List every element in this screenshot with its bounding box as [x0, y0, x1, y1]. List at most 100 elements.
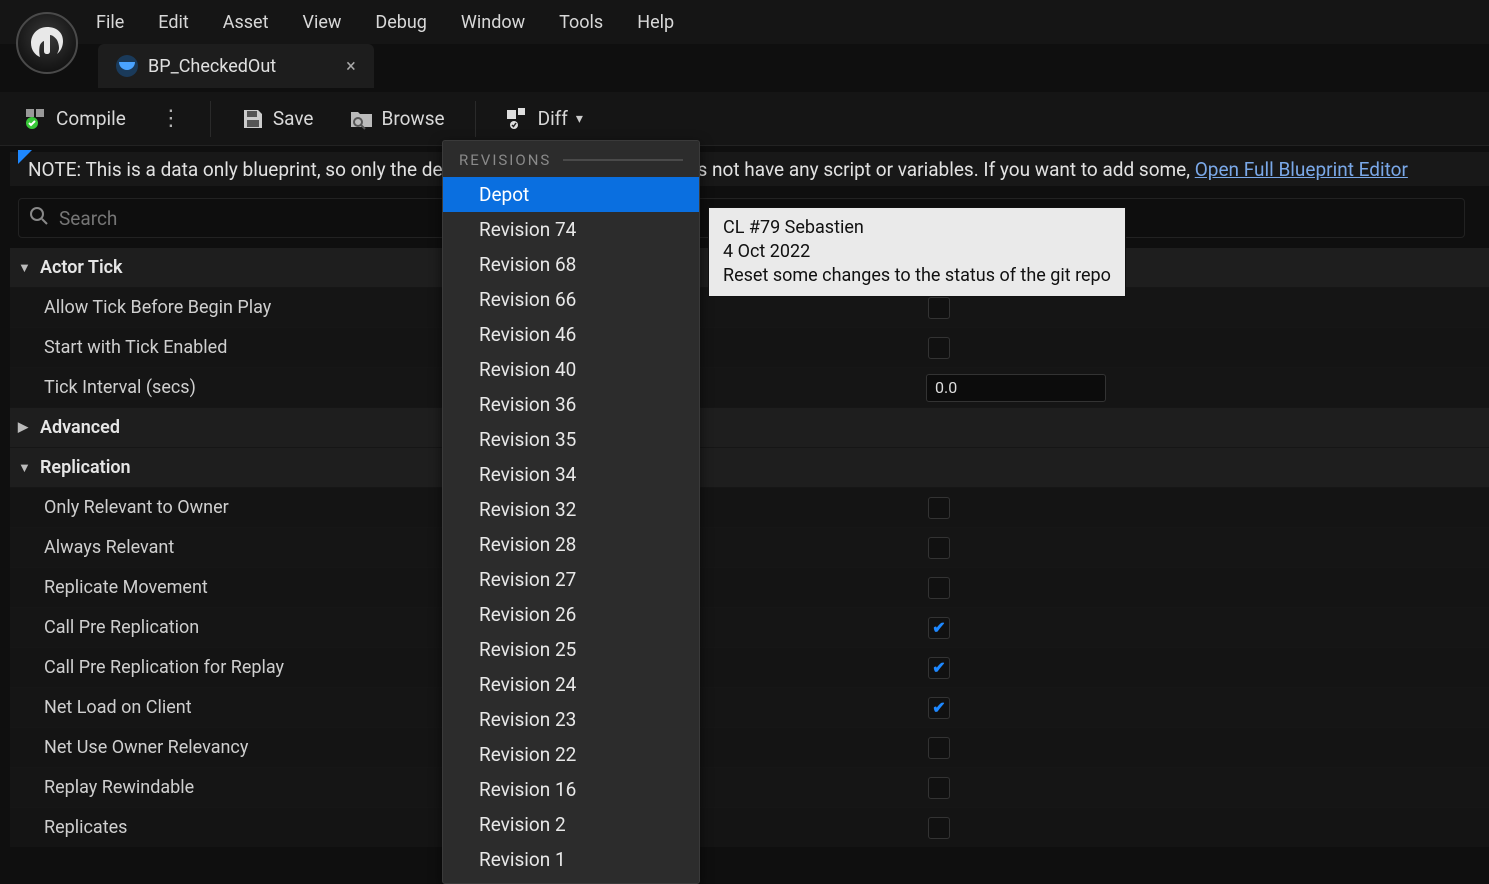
save-label: Save: [273, 107, 314, 130]
toolbar-separator: [475, 101, 476, 137]
checkbox[interactable]: [928, 577, 950, 599]
browse-icon: [350, 107, 374, 131]
revision-item[interactable]: Revision 27: [443, 562, 699, 597]
save-icon: [241, 107, 265, 131]
section-title: Actor Tick: [40, 257, 123, 278]
property-row: Start with Tick Enabled: [10, 328, 1489, 368]
revision-item[interactable]: Revision 46: [443, 317, 699, 352]
revision-item[interactable]: Revision 32: [443, 492, 699, 527]
menu-bar: File Edit Asset View Debug Window Tools …: [0, 0, 1489, 44]
chevron-down-icon: ▾: [576, 111, 583, 127]
revision-item[interactable]: Revision 74: [443, 212, 699, 247]
compile-icon: [24, 107, 48, 131]
chevron-down-icon: ▼: [18, 460, 32, 476]
property-value: [920, 537, 1489, 559]
property-row: Always Relevant: [10, 528, 1489, 568]
revision-item[interactable]: Revision 28: [443, 527, 699, 562]
revision-item[interactable]: Revision 66: [443, 282, 699, 317]
dropdown-header: REVISIONS: [443, 141, 699, 177]
revision-item[interactable]: Depot: [443, 177, 699, 212]
property-value: [920, 617, 1489, 639]
menu-help[interactable]: Help: [637, 12, 674, 33]
revision-item[interactable]: Revision 35: [443, 422, 699, 457]
section-header[interactable]: ▶ Advanced: [10, 408, 1489, 448]
checkbox[interactable]: [928, 537, 950, 559]
menu-view[interactable]: View: [303, 12, 342, 33]
tab-label: BP_CheckedOut: [148, 56, 276, 77]
revision-item[interactable]: Revision 2: [443, 807, 699, 842]
number-input[interactable]: 0.0: [926, 374, 1106, 402]
unreal-logo-icon: [27, 23, 67, 63]
diff-button[interactable]: Diff ▾: [500, 103, 589, 135]
unreal-logo[interactable]: [16, 12, 78, 74]
save-button[interactable]: Save: [235, 103, 320, 135]
menu-edit[interactable]: Edit: [158, 12, 188, 33]
revision-item[interactable]: Revision 26: [443, 597, 699, 632]
browse-button[interactable]: Browse: [344, 103, 451, 135]
revision-item[interactable]: Revision 34: [443, 457, 699, 492]
browse-label: Browse: [382, 107, 445, 130]
menu-window[interactable]: Window: [461, 12, 525, 33]
checkbox[interactable]: [928, 697, 950, 719]
property-row: Tick Interval (secs)0.0: [10, 368, 1489, 408]
details-panel: ▼Actor TickAllow Tick Before Begin PlayS…: [10, 248, 1489, 847]
property-row: Call Pre Replication: [10, 608, 1489, 648]
checkbox[interactable]: [928, 777, 950, 799]
revision-item[interactable]: Revision 68: [443, 247, 699, 282]
checkbox[interactable]: [928, 497, 950, 519]
menu-tools[interactable]: Tools: [559, 12, 603, 33]
section-title: Replication: [40, 457, 131, 478]
revision-item[interactable]: Revision 22: [443, 737, 699, 772]
property-value: [920, 697, 1489, 719]
revision-item[interactable]: Revision 24: [443, 667, 699, 702]
revision-item[interactable]: Revision 36: [443, 387, 699, 422]
property-value: [920, 657, 1489, 679]
diff-icon: [506, 107, 530, 131]
revision-item[interactable]: Revision 40: [443, 352, 699, 387]
checkbox[interactable]: [928, 337, 950, 359]
property-row: Call Pre Replication for Replay: [10, 648, 1489, 688]
menu-debug[interactable]: Debug: [375, 12, 427, 33]
compile-button[interactable]: Compile: [18, 103, 132, 135]
tab-bar: BP_CheckedOut ×: [98, 44, 374, 88]
menu-file[interactable]: File: [96, 12, 124, 33]
section-header[interactable]: ▼ Replication: [10, 448, 1489, 488]
checkbox[interactable]: [928, 657, 950, 679]
revision-item[interactable]: Revision 16: [443, 772, 699, 807]
search-icon: [29, 206, 49, 230]
revision-item[interactable]: Revision 25: [443, 632, 699, 667]
tab-bp-checkedout[interactable]: BP_CheckedOut ×: [98, 44, 374, 88]
toolbar-separator: [210, 101, 211, 137]
property-value: [920, 297, 1489, 319]
revision-item[interactable]: Revision 1: [443, 842, 699, 877]
compile-options-button[interactable]: ⋮: [156, 106, 186, 131]
property-row: Replicate Movement: [10, 568, 1489, 608]
blueprint-icon: [116, 55, 138, 77]
property-row: Replay Rewindable: [10, 768, 1489, 808]
menu-asset[interactable]: Asset: [223, 12, 269, 33]
toolbar: Compile ⋮ Save Browse Diff ▾: [0, 92, 1489, 146]
tooltip-line: CL #79 Sebastien: [723, 216, 1111, 240]
property-value: [920, 737, 1489, 759]
property-value: [920, 497, 1489, 519]
checkbox[interactable]: [928, 817, 950, 839]
property-value: [920, 577, 1489, 599]
chevron-down-icon: ▼: [18, 260, 32, 276]
property-row: Net Use Owner Relevancy: [10, 728, 1489, 768]
property-value: [920, 777, 1489, 799]
checkbox[interactable]: [928, 617, 950, 639]
revision-item[interactable]: Revision 23: [443, 702, 699, 737]
revision-tooltip: CL #79 Sebastien 4 Oct 2022 Reset some c…: [708, 207, 1126, 297]
diff-revisions-dropdown: REVISIONS DepotRevision 74Revision 68Rev…: [442, 140, 700, 884]
close-icon[interactable]: ×: [346, 56, 356, 77]
section-title: Advanced: [40, 417, 120, 438]
chevron-right-icon: ▶: [18, 420, 32, 435]
checkbox[interactable]: [928, 737, 950, 759]
diff-label: Diff: [538, 107, 568, 130]
tooltip-line: 4 Oct 2022: [723, 240, 1111, 264]
tooltip-line: Reset some changes to the status of the …: [723, 264, 1111, 288]
property-value: 0.0: [920, 374, 1489, 402]
compile-label: Compile: [56, 107, 126, 130]
open-full-blueprint-link[interactable]: Open Full Blueprint Editor: [1195, 158, 1408, 181]
checkbox[interactable]: [928, 297, 950, 319]
